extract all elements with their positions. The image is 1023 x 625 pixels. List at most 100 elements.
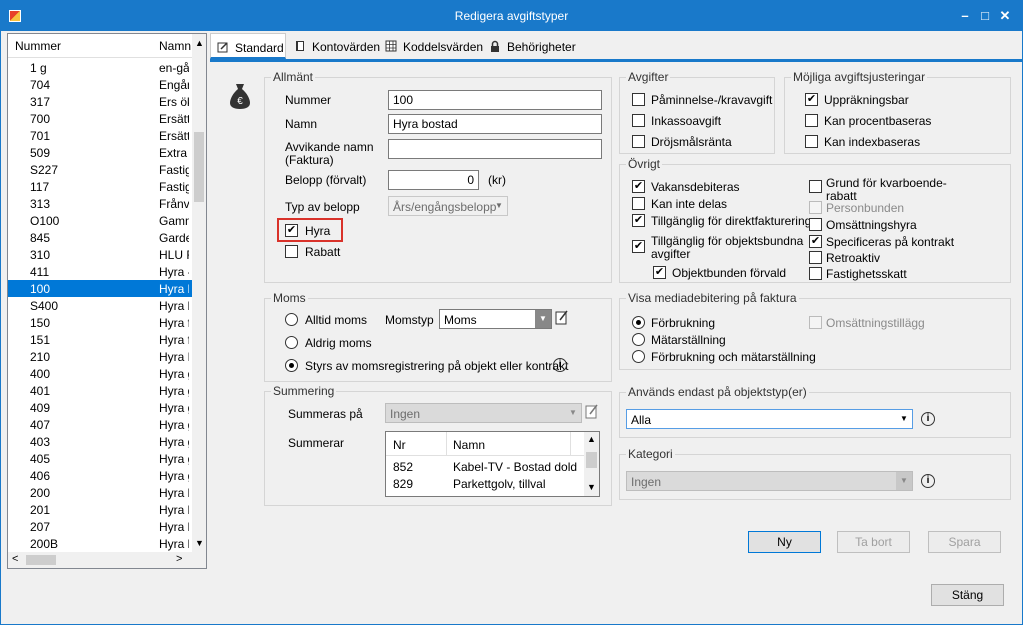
inkasso-checkbox[interactable] bbox=[632, 114, 645, 127]
list-item[interactable]: 403 Hyra g bbox=[8, 433, 192, 450]
list-item[interactable]: 201 Hyra l bbox=[8, 501, 192, 518]
momstyp-dropdown[interactable]: Moms ▼ bbox=[439, 309, 552, 329]
tab-standard[interactable]: Standard bbox=[210, 33, 286, 59]
tab-behorigheter[interactable]: Behörigheter bbox=[483, 33, 582, 59]
alltid-moms-radio[interactable] bbox=[285, 313, 298, 326]
drojsmalsranta-checkbox[interactable] bbox=[632, 135, 645, 148]
summerar-scrollbar[interactable]: ▲ ▼ bbox=[584, 432, 599, 496]
scroll-down-icon[interactable]: ▼ bbox=[587, 482, 596, 492]
specificeras-checkbox[interactable]: ✔ bbox=[809, 235, 822, 248]
list-item[interactable]: 1 g en-gån bbox=[8, 59, 192, 76]
summerar-col-namn[interactable]: Namn bbox=[453, 438, 485, 452]
table-row[interactable]: 852 Kabel-TV - Bostad dold bbox=[386, 458, 584, 475]
ta-bort-button[interactable]: Ta bort bbox=[837, 531, 910, 553]
list-item[interactable]: 117 Fastig bbox=[8, 178, 192, 195]
scroll-thumb[interactable] bbox=[586, 452, 597, 468]
matarstallning-radio[interactable] bbox=[632, 333, 645, 346]
list-item[interactable]: 407 Hyra g bbox=[8, 416, 192, 433]
omsattningstillagg-checkbox[interactable] bbox=[809, 316, 822, 329]
belopp-field[interactable]: 0 bbox=[388, 170, 479, 190]
list-item[interactable]: 704 Engån bbox=[8, 76, 192, 93]
scroll-thumb[interactable] bbox=[194, 132, 204, 202]
list-item[interactable]: 200B Hyra l bbox=[8, 535, 192, 552]
list-item[interactable]: 310 HLU F bbox=[8, 246, 192, 263]
column-header-nummer[interactable]: Nummer bbox=[15, 39, 61, 53]
list-item[interactable]: 400 Hyra g bbox=[8, 365, 192, 382]
rabatt-checkbox[interactable] bbox=[285, 245, 298, 258]
upprakningsbar-checkbox[interactable]: ✔ bbox=[805, 93, 818, 106]
kan-inte-delas-checkbox[interactable] bbox=[632, 197, 645, 210]
edit-summering-icon[interactable] bbox=[585, 403, 599, 419]
scroll-right-icon[interactable]: > bbox=[176, 553, 182, 565]
omsattningshyra-checkbox[interactable] bbox=[809, 218, 822, 231]
fee-type-list[interactable]: Nummer Namn 1 gen-gån704Engån317Ers ök70… bbox=[7, 33, 207, 569]
summerar-col-nr[interactable]: Nr bbox=[393, 438, 406, 452]
spara-button[interactable]: Spara bbox=[928, 531, 1001, 553]
horizontal-scroll-thumb[interactable] bbox=[26, 555, 56, 565]
objektstyp-info-icon[interactable]: i bbox=[921, 412, 935, 426]
list-item[interactable]: 405 Hyra g bbox=[8, 450, 192, 467]
scroll-left-icon[interactable]: < bbox=[12, 553, 18, 565]
indexbaseras-checkbox[interactable] bbox=[805, 135, 818, 148]
ny-button[interactable]: Ny bbox=[748, 531, 821, 553]
objektbunden-forvald-checkbox[interactable]: ✔ bbox=[653, 266, 666, 279]
kvarboende-rabatt-checkbox[interactable] bbox=[809, 180, 822, 193]
list-item[interactable]: 317 Ers ök bbox=[8, 93, 192, 110]
list-vertical-scrollbar[interactable]: ▲ ▼ bbox=[192, 34, 206, 552]
kategori-dropdown[interactable]: Ingen ▼ bbox=[626, 471, 913, 491]
paminnelse-checkbox[interactable] bbox=[632, 93, 645, 106]
scroll-down-icon[interactable]: ▼ bbox=[195, 538, 204, 548]
list-item[interactable]: 701 Ersättn bbox=[8, 127, 192, 144]
list-item[interactable]: 401 Hyra g bbox=[8, 382, 192, 399]
tab-koddelsvarden[interactable]: Koddelsvärden bbox=[379, 33, 489, 59]
table-row[interactable]: 829 Parkettgolv, tillval bbox=[386, 475, 584, 492]
maximize-icon[interactable]: □ bbox=[976, 7, 994, 25]
summeras-pa-dropdown[interactable]: Ingen ▼ bbox=[385, 403, 582, 423]
fastighetsskatt-checkbox[interactable] bbox=[809, 267, 822, 280]
avvikande-namn-field[interactable] bbox=[388, 139, 602, 159]
personbunden-checkbox[interactable] bbox=[809, 201, 822, 214]
edit-momstyp-icon[interactable] bbox=[555, 309, 569, 325]
forbrukning-och-matarstallning-radio[interactable] bbox=[632, 350, 645, 363]
list-item[interactable]: S400 Hyra b bbox=[8, 297, 192, 314]
list-item[interactable]: 207 Hyra l bbox=[8, 518, 192, 535]
list-item[interactable]: 150 Hyra f bbox=[8, 314, 192, 331]
list-item[interactable]: 409 Hyra g bbox=[8, 399, 192, 416]
close-icon[interactable]: ✕ bbox=[996, 7, 1014, 25]
stang-button[interactable]: Stäng bbox=[931, 584, 1004, 606]
typ-av-belopp-dropdown[interactable]: Års/engångsbelopp ▼ bbox=[388, 196, 508, 216]
kategori-info-icon[interactable]: i bbox=[921, 474, 935, 488]
minimize-icon[interactable]: – bbox=[956, 7, 974, 25]
list-item[interactable]: 100 Hyra b bbox=[8, 280, 192, 297]
column-header-namn[interactable]: Namn bbox=[159, 39, 191, 53]
list-horizontal-scrollbar[interactable]: < > bbox=[8, 552, 206, 568]
list-item[interactable]: 200 Hyra l bbox=[8, 484, 192, 501]
list-item[interactable]: 313 Frånva bbox=[8, 195, 192, 212]
list-item[interactable]: 845 Garde bbox=[8, 229, 192, 246]
vakansdebiteras-checkbox[interactable]: ✔ bbox=[632, 180, 645, 193]
list-item[interactable]: 151 Hyra f bbox=[8, 331, 192, 348]
forbrukning-radio[interactable] bbox=[632, 316, 645, 329]
direktfakturering-checkbox[interactable]: ✔ bbox=[632, 214, 645, 227]
list-item[interactable]: S227 Fastig bbox=[8, 161, 192, 178]
scroll-up-icon[interactable]: ▲ bbox=[587, 434, 596, 444]
list-item[interactable]: O100 Gamm bbox=[8, 212, 192, 229]
moms-info-icon[interactable]: i bbox=[553, 358, 567, 372]
objektsbundna-checkbox[interactable]: ✔ bbox=[632, 240, 645, 253]
aldrig-moms-radio[interactable] bbox=[285, 336, 298, 349]
namn-field[interactable]: Hyra bostad bbox=[388, 114, 602, 134]
hyra-checkbox[interactable]: ✔ bbox=[285, 224, 298, 237]
list-item[interactable]: 210 Hyra F bbox=[8, 348, 192, 365]
tab-kontovarden[interactable]: Kontovärden bbox=[288, 33, 386, 59]
procentbaseras-checkbox[interactable] bbox=[805, 114, 818, 127]
objektstyp-dropdown[interactable]: Alla ▼ bbox=[626, 409, 913, 429]
list-item[interactable]: 406 Hyra g bbox=[8, 467, 192, 484]
list-item[interactable]: 509 Extra bbox=[8, 144, 192, 161]
styrs-av-momsregistrering-radio[interactable] bbox=[285, 359, 298, 372]
list-item[interactable]: 700 Ersättn bbox=[8, 110, 192, 127]
scroll-up-icon[interactable]: ▲ bbox=[195, 38, 204, 48]
nummer-field[interactable]: 100 bbox=[388, 90, 602, 110]
retroaktiv-checkbox[interactable] bbox=[809, 251, 822, 264]
list-item[interactable]: 411 Hyra - bbox=[8, 263, 192, 280]
summerar-table[interactable]: Nr Namn 852 Kabel-TV - Bostad dold 829 P… bbox=[385, 431, 600, 497]
